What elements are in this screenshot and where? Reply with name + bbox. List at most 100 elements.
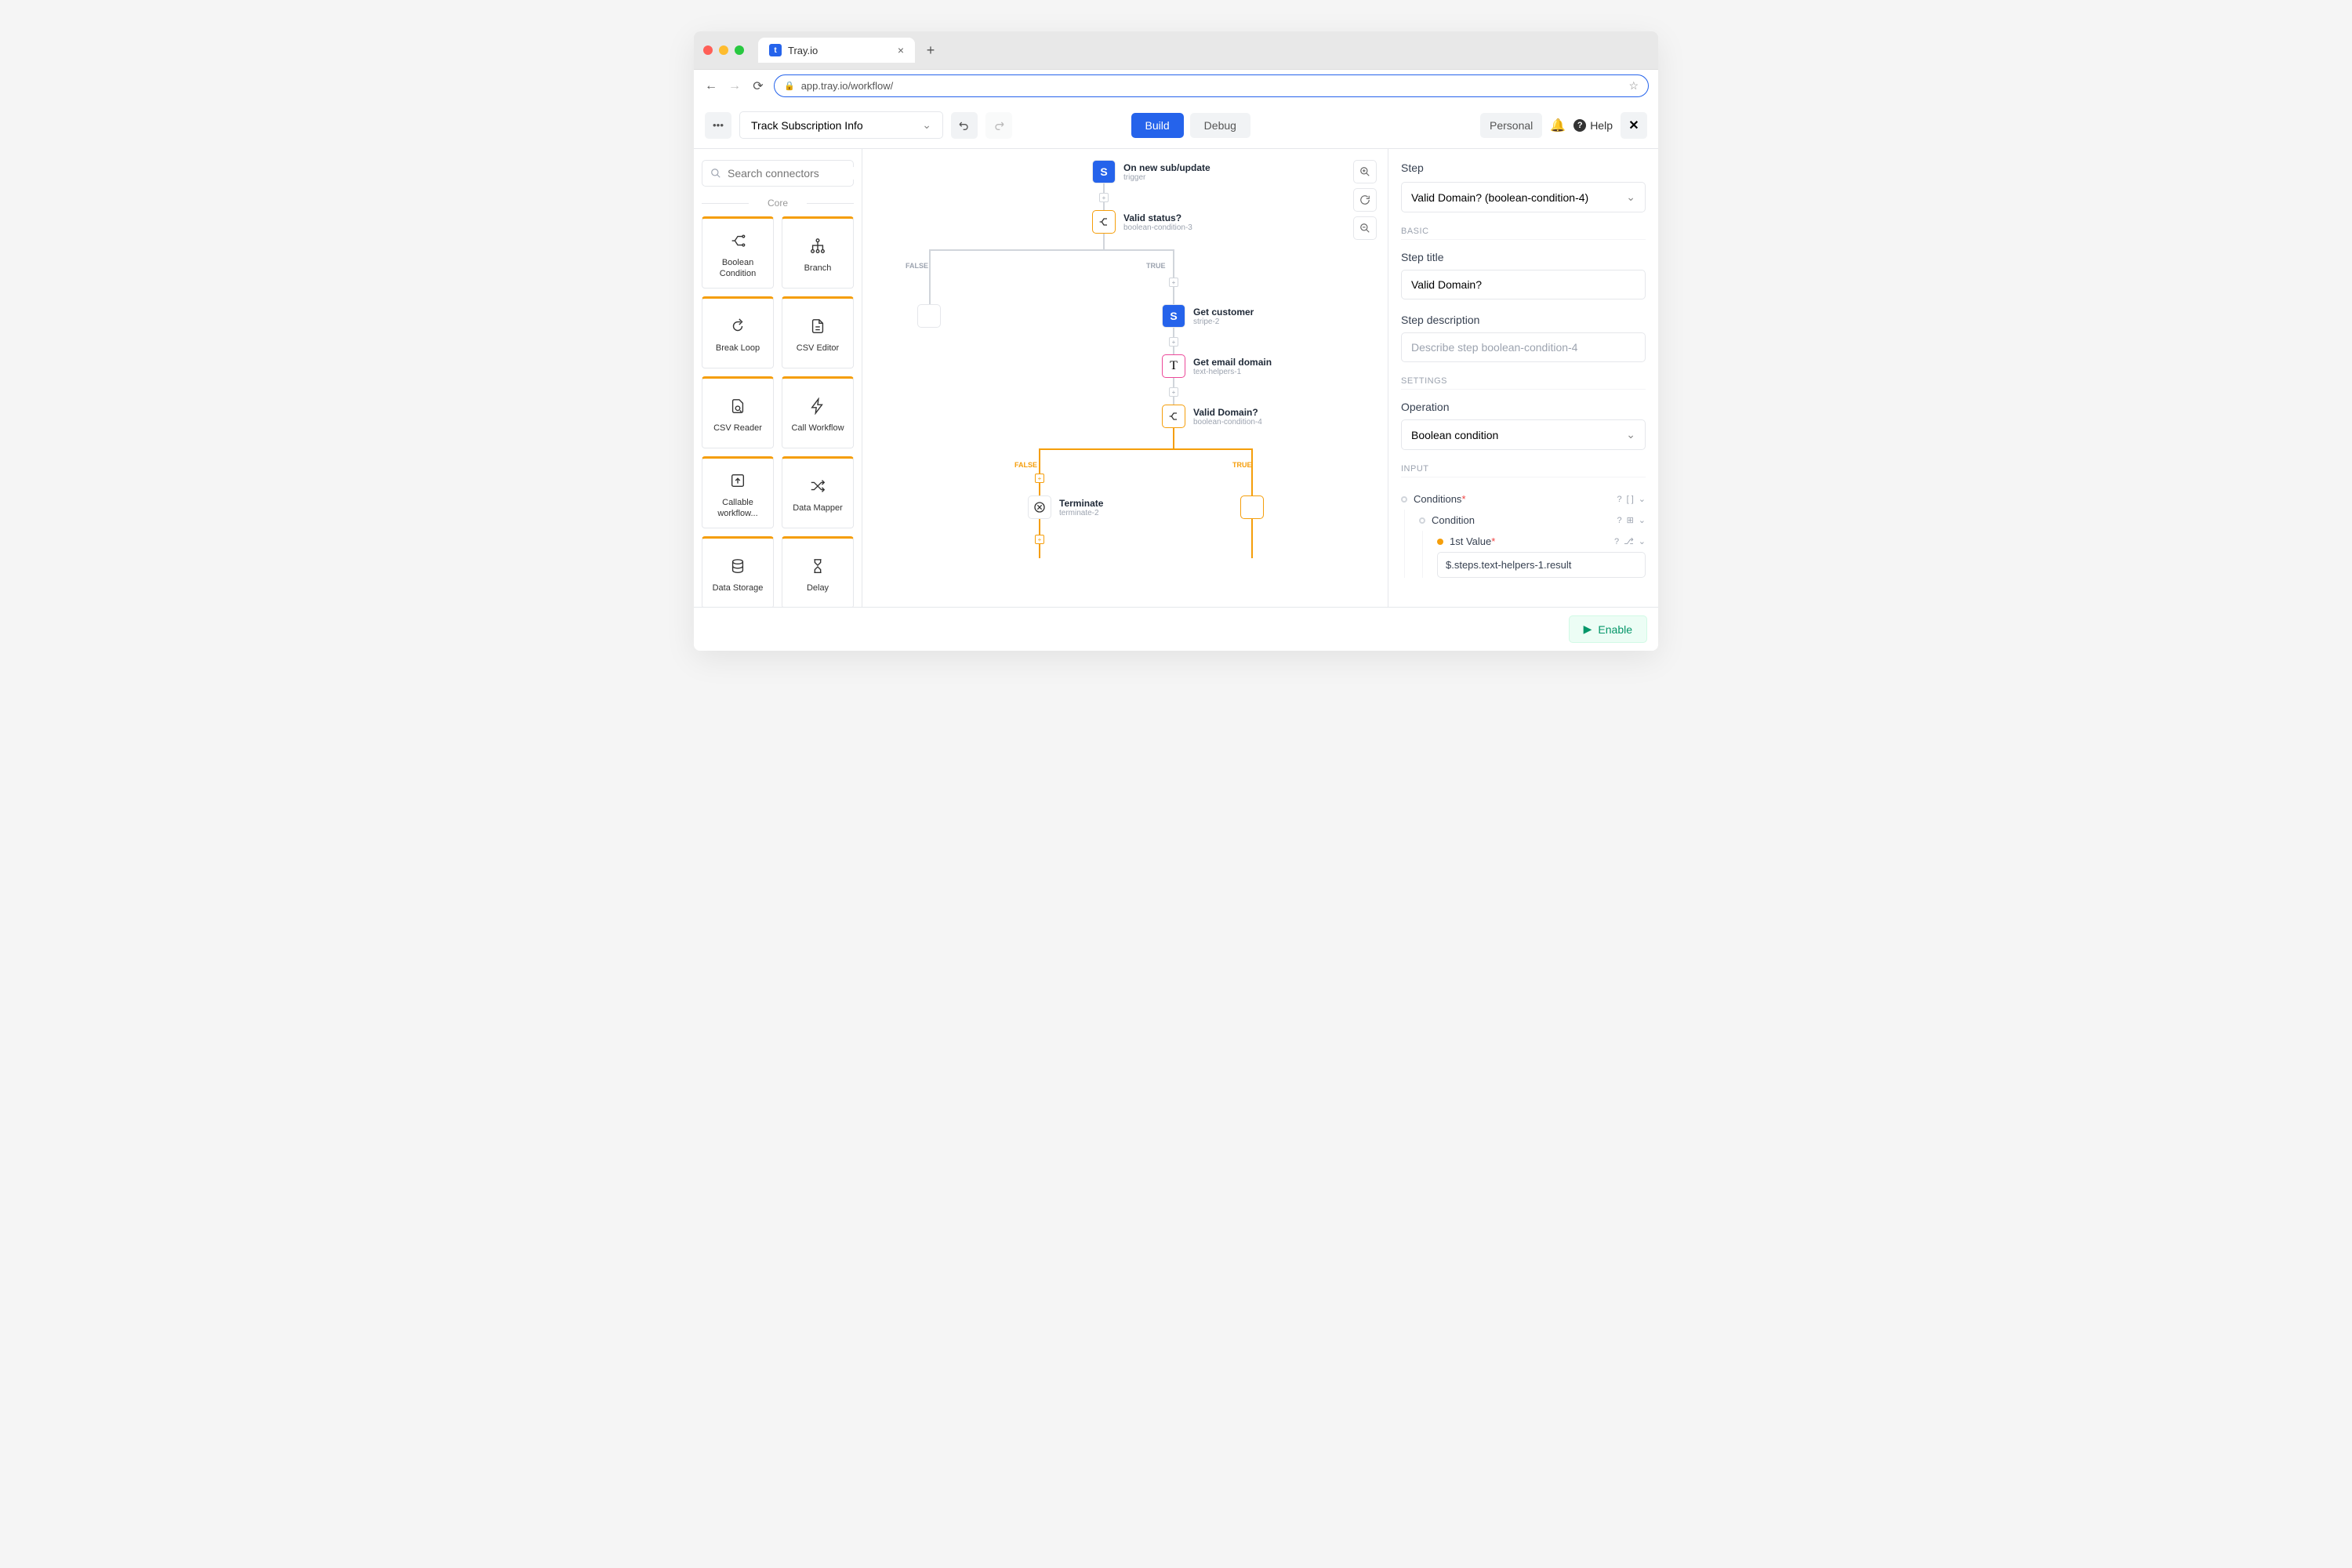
reload-button[interactable]: ⟳	[750, 78, 766, 94]
zoom-in-button[interactable]	[1353, 160, 1377, 183]
chevron-down-icon[interactable]: ⌄	[1639, 536, 1646, 546]
address-bar[interactable]: 🔒 app.tray.io/workflow/ ☆	[774, 74, 1649, 97]
node-valid-status[interactable]: Valid status? boolean-condition-3	[1092, 210, 1192, 234]
node-get-customer[interactable]: S Get customer stripe-2	[1162, 304, 1254, 328]
node-subtitle: text-helpers-1	[1193, 368, 1272, 376]
chevron-down-icon[interactable]: ⌄	[1639, 515, 1646, 525]
connector-delay[interactable]: Delay	[782, 536, 854, 607]
step-title-input[interactable]	[1401, 270, 1646, 299]
tab-title: Tray.io	[788, 45, 818, 56]
operation-selector[interactable]: Boolean condition ⌄	[1401, 419, 1646, 450]
window-close-icon[interactable]	[703, 45, 713, 55]
connector-callable-workflow[interactable]: Callable workflow...	[702, 456, 774, 528]
add-step-button[interactable]: +	[1099, 193, 1109, 202]
connector-data-mapper[interactable]: Data Mapper	[782, 456, 854, 528]
step-selected-value: Valid Domain? (boolean-condition-4)	[1411, 191, 1588, 204]
add-step-button[interactable]: +	[1169, 337, 1178, 347]
operation-value: Boolean condition	[1411, 429, 1498, 441]
node-get-email[interactable]: T Get email domain text-helpers-1	[1162, 354, 1272, 378]
loop-back-icon	[729, 316, 746, 336]
zoom-out-button[interactable]	[1353, 216, 1377, 240]
lock-icon: 🔒	[784, 81, 795, 91]
connector-label: Break Loop	[716, 343, 760, 354]
connector-call-workflow[interactable]: Call Workflow	[782, 376, 854, 448]
workspace-label[interactable]: Personal	[1480, 113, 1542, 138]
connector-csv-editor[interactable]: CSV Editor	[782, 296, 854, 368]
help-icon[interactable]: ?	[1617, 516, 1621, 525]
connector-break-loop[interactable]: Break Loop	[702, 296, 774, 368]
node-valid-domain[interactable]: Valid Domain? boolean-condition-4	[1162, 405, 1262, 428]
add-step-button[interactable]: +	[1169, 387, 1178, 397]
connector-data-storage[interactable]: Data Storage	[702, 536, 774, 607]
grid-icon[interactable]: ⊞	[1627, 515, 1634, 525]
add-step-button[interactable]: +	[1169, 278, 1178, 287]
input-label: INPUT	[1401, 464, 1646, 477]
empty-node[interactable]	[1240, 495, 1264, 519]
basic-label: BASIC	[1401, 227, 1646, 240]
bullet-icon	[1419, 517, 1425, 524]
first-value-row[interactable]: 1st Value* ?⎇⌄	[1437, 531, 1646, 552]
empty-node[interactable]	[917, 304, 941, 328]
add-step-button[interactable]: +	[1035, 535, 1044, 544]
shuffle-icon	[809, 476, 826, 496]
first-value-input[interactable]	[1437, 552, 1646, 578]
node-title: Valid Domain?	[1193, 407, 1262, 418]
undo-button[interactable]	[951, 112, 978, 139]
help-button[interactable]: ? Help	[1573, 119, 1613, 132]
debug-button[interactable]: Debug	[1190, 113, 1250, 138]
connector-branch[interactable]: Branch	[782, 216, 854, 289]
connector-label: Call Workflow	[791, 423, 844, 434]
stripe-icon: S	[1162, 304, 1185, 328]
fit-view-button[interactable]	[1353, 188, 1377, 212]
connector-boolean-condition[interactable]: Boolean Condition	[702, 216, 774, 289]
node-trigger[interactable]: S On new sub/update trigger	[1092, 160, 1210, 183]
forward-button[interactable]: →	[727, 78, 742, 94]
connector-label: Callable workflow...	[707, 497, 768, 520]
step-description-label: Step description	[1401, 314, 1646, 326]
step-description-input[interactable]	[1401, 332, 1646, 362]
help-icon: ?	[1573, 119, 1586, 132]
tab-close-icon[interactable]: ×	[898, 44, 904, 56]
window-minimize-icon[interactable]	[719, 45, 728, 55]
workflow-canvas[interactable]: S On new sub/update trigger + Valid stat…	[862, 149, 1388, 607]
favicon-icon: t	[769, 44, 782, 56]
node-subtitle: trigger	[1123, 173, 1210, 182]
branch-icon	[729, 230, 746, 251]
file-edit-icon	[809, 316, 826, 336]
menu-button[interactable]: •••	[705, 112, 731, 139]
node-subtitle: boolean-condition-4	[1193, 418, 1262, 426]
conditions-row[interactable]: Conditions* ?[ ]⌄	[1401, 488, 1646, 510]
new-tab-button[interactable]: +	[921, 41, 940, 60]
redo-button[interactable]	[985, 112, 1012, 139]
brackets-icon[interactable]: [ ]	[1627, 495, 1634, 504]
workflow-selector[interactable]: Track Subscription Info ⌄	[739, 111, 943, 139]
connector-csv-reader[interactable]: CSV Reader	[702, 376, 774, 448]
condition-label: Condition	[1432, 514, 1610, 526]
search-connectors[interactable]	[702, 160, 854, 187]
build-button[interactable]: Build	[1131, 113, 1184, 138]
tree-icon	[809, 236, 826, 256]
bookmark-star-icon[interactable]: ☆	[1628, 79, 1639, 93]
connector-label: Data Storage	[713, 583, 764, 593]
search-input[interactable]	[728, 167, 862, 180]
step-selector[interactable]: Valid Domain? (boolean-condition-4) ⌄	[1401, 182, 1646, 212]
node-terminate[interactable]: Terminate terminate-2	[1028, 495, 1103, 519]
browser-tab[interactable]: t Tray.io ×	[758, 38, 915, 63]
node-title: On new sub/update	[1123, 162, 1210, 173]
connector-label: CSV Reader	[713, 423, 762, 434]
help-icon[interactable]: ?	[1614, 537, 1619, 546]
chevron-down-icon[interactable]: ⌄	[1639, 494, 1646, 504]
enable-button[interactable]: ▶ Enable	[1569, 615, 1647, 643]
bell-icon[interactable]: 🔔	[1550, 118, 1566, 133]
close-panel-button[interactable]: ✕	[1621, 112, 1647, 139]
window-maximize-icon[interactable]	[735, 45, 744, 55]
condition-row[interactable]: Condition ? ⊞ ⌄	[1419, 510, 1646, 531]
help-icon[interactable]: ?	[1617, 495, 1621, 504]
file-search-icon	[729, 396, 746, 416]
step-section-label: Step	[1401, 162, 1646, 174]
true-label: TRUE	[1146, 262, 1166, 270]
back-button[interactable]: ←	[703, 78, 719, 94]
connector-label: Boolean Condition	[707, 257, 768, 280]
add-step-button[interactable]: +	[1035, 474, 1044, 483]
path-icon[interactable]: ⎇	[1624, 536, 1634, 546]
